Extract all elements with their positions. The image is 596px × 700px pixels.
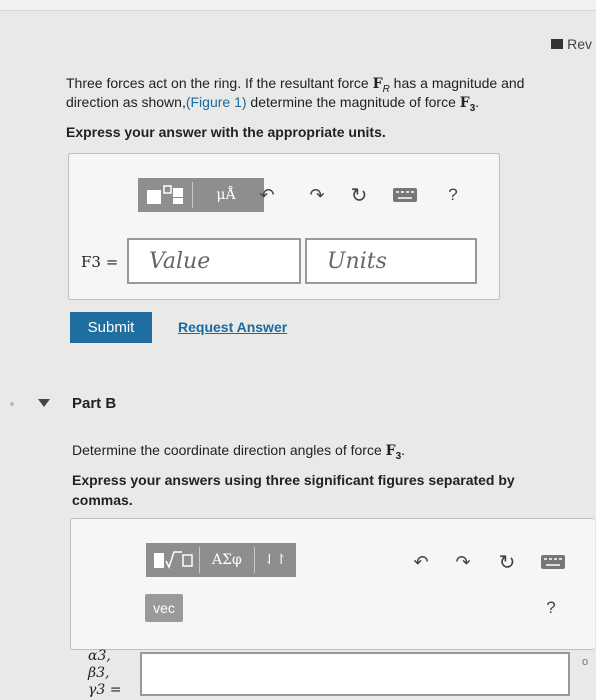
top-bar — [0, 0, 596, 11]
part-b-f3-symbol: F — [385, 443, 396, 459]
question-line-2: direction as shown,(Figure 1) determine … — [66, 94, 480, 114]
redo-icon[interactable]: ↷ — [451, 549, 475, 575]
part-b-instruction-1: Express your answers using three signifi… — [72, 472, 515, 488]
beta-label: β3, — [88, 665, 110, 681]
collapse-triangle-icon[interactable] — [38, 399, 50, 407]
units-input[interactable]: Units — [305, 238, 477, 284]
redo-icon[interactable]: ↷ — [305, 182, 329, 208]
f3-symbol: F — [459, 95, 470, 111]
part-b-title: Part B — [72, 395, 117, 412]
part-b-question: Determine the coordinate direction angle… — [72, 442, 406, 462]
instruction-text: Express your answer with the appropriate… — [66, 124, 386, 140]
review-icon — [551, 39, 564, 49]
toolbar-divider — [192, 182, 193, 208]
help-icon[interactable]: ? — [539, 595, 563, 621]
review-link[interactable]: Rev — [551, 36, 592, 52]
help-icon[interactable]: ? — [441, 182, 465, 208]
sqrt-icon — [153, 551, 193, 569]
toolbar-divider — [253, 547, 255, 573]
part-b-toolbar: ΑΣφ ⇃↾ — [146, 543, 296, 577]
request-answer-link[interactable]: Request Answer — [178, 319, 287, 335]
templates-icon — [147, 185, 183, 204]
section-dot — [10, 402, 14, 406]
units-button[interactable]: μÅ — [196, 182, 256, 208]
review-label: Rev — [567, 36, 592, 52]
figure-link[interactable]: (Figure 1) — [186, 94, 247, 110]
undo-icon[interactable]: ↶ — [409, 549, 433, 575]
part-b-answer-box: ΑΣφ ⇃↾ ↶ ↷ ↻ ? — [70, 518, 595, 650]
part-a-answer-box: μÅ ↶ ↷ ↻ ? F3 = Value Units — [68, 153, 500, 300]
side-mark: o — [582, 656, 589, 668]
alpha-label: α3, — [88, 648, 111, 664]
submit-button[interactable]: Submit — [70, 312, 152, 343]
greek-button[interactable]: ΑΣφ — [203, 547, 251, 573]
angles-input[interactable] — [140, 652, 570, 696]
keyboard-icon[interactable] — [391, 184, 419, 206]
part-a-toolbar: μÅ — [138, 178, 264, 212]
reset-icon[interactable]: ↻ — [495, 549, 519, 575]
gamma-label: γ3 = — [88, 682, 122, 698]
sqrt-button[interactable] — [149, 547, 197, 573]
f3-answer-label: F3 = — [81, 253, 119, 271]
fr-symbol: F — [372, 76, 383, 92]
value-input[interactable]: Value — [127, 238, 301, 284]
templates-button[interactable] — [141, 182, 189, 208]
vec-button[interactable]: vec — [145, 594, 183, 622]
reset-icon[interactable]: ↻ — [347, 182, 371, 208]
part-b-instruction-2: commas. — [72, 492, 133, 508]
toolbar-divider — [199, 547, 201, 573]
subscript-button[interactable]: ⇃↾ — [257, 547, 293, 573]
undo-icon[interactable]: ↶ — [255, 182, 279, 208]
keyboard-icon[interactable] — [539, 551, 567, 573]
